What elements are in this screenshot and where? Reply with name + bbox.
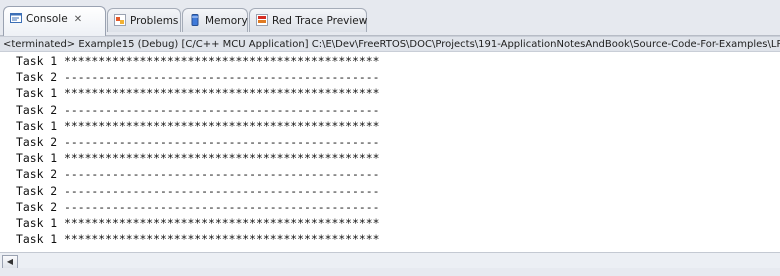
- memory-icon: [189, 14, 201, 26]
- scroll-left-arrow-icon[interactable]: ◀: [2, 255, 18, 269]
- console-line: Task 1 *********************************…: [16, 118, 380, 133]
- console-line: Task 1 *********************************…: [16, 215, 380, 230]
- bottom-edge: [0, 268, 780, 276]
- console-line: Task 1 *********************************…: [16, 232, 380, 247]
- console-icon: [10, 12, 22, 24]
- console-line: Task 2 ---------------------------------…: [16, 183, 380, 198]
- console-line: Task 2 ---------------------------------…: [16, 134, 380, 149]
- console-line: Task 1 *********************************…: [16, 86, 380, 101]
- tab-red-trace-label: Red Trace Preview: [272, 15, 368, 27]
- red-trace-icon: [256, 14, 268, 26]
- console-status-line: <terminated> Example15 (Debug) [C/C++ MC…: [0, 36, 780, 52]
- horizontal-scrollbar[interactable]: ◀: [0, 252, 780, 269]
- tab-problems-label: Problems: [130, 15, 179, 27]
- console-line: Task 1 *********************************…: [16, 151, 380, 166]
- tab-memory-label: Memory: [205, 15, 248, 27]
- console-line: Task 2 ---------------------------------…: [16, 70, 380, 85]
- view-tab-bar: Console ✕ Problems Memory Red Trace Previ…: [0, 0, 780, 36]
- console-output[interactable]: Task 1 *********************************…: [0, 53, 780, 249]
- tab-console[interactable]: Console ✕: [3, 6, 106, 36]
- problems-icon: [114, 14, 126, 26]
- tab-red-trace-preview[interactable]: Red Trace Preview: [249, 8, 367, 32]
- tab-memory[interactable]: Memory: [182, 8, 248, 32]
- console-line: Task 1 *********************************…: [16, 54, 380, 68]
- console-line: Task 2 ---------------------------------…: [16, 167, 380, 182]
- tab-problems[interactable]: Problems: [107, 8, 181, 32]
- console-line: Task 2 ---------------------------------…: [16, 199, 380, 214]
- tab-console-label: Console: [26, 13, 68, 25]
- close-icon[interactable]: ✕: [74, 14, 82, 25]
- console-line: Task 2 ---------------------------------…: [16, 102, 380, 117]
